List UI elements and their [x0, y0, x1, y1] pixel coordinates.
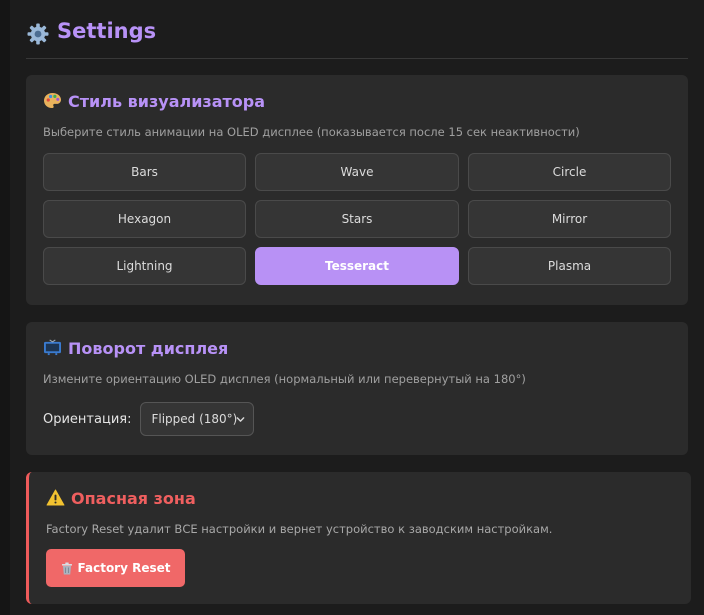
chevron-down-icon	[237, 417, 245, 422]
visualizer-description: Выберите стиль анимации на OLED дисплее …	[43, 125, 580, 139]
tv-icon	[44, 339, 61, 356]
factory-reset-button[interactable]: Factory Reset	[46, 549, 185, 587]
style-button-tesseract[interactable]: Tesseract	[255, 247, 459, 285]
style-button-wave[interactable]: Wave	[255, 153, 459, 191]
rotation-description: Измените ориентацию OLED дисплея (нормал…	[43, 372, 526, 386]
orientation-label: Ориентация:	[43, 411, 132, 427]
style-button-lightning[interactable]: Lightning	[43, 247, 246, 285]
window-edge	[0, 0, 10, 615]
visualizer-style-card: Стиль визуализатора Выберите стиль анима…	[26, 75, 688, 305]
danger-title-text: Опасная зона	[71, 489, 196, 508]
rotation-card-title: Поворот дисплея	[43, 339, 228, 358]
settings-page: Settings Стиль визуализатора Выберите ст…	[26, 0, 691, 615]
app-frame: Settings Стиль визуализатора Выберите ст…	[0, 0, 704, 615]
style-button-circle[interactable]: Circle	[468, 153, 671, 191]
danger-zone-card: Опасная зона Factory Reset удалит ВСЕ на…	[26, 472, 691, 604]
orientation-row: Ориентация: Flipped (180°)	[43, 402, 255, 436]
style-button-bars[interactable]: Bars	[43, 153, 246, 191]
palette-icon	[44, 92, 61, 109]
danger-card-title: Опасная зона	[46, 489, 196, 508]
orientation-select[interactable]: Flipped (180°)	[140, 402, 255, 436]
factory-reset-label: Factory Reset	[77, 561, 171, 575]
style-button-stars[interactable]: Stars	[255, 200, 459, 238]
style-button-plasma[interactable]: Plasma	[468, 247, 671, 285]
visualizer-title-text: Стиль визуализатора	[68, 92, 266, 111]
trash-icon	[61, 562, 72, 574]
danger-description: Factory Reset удалит ВСЕ настройки и вер…	[46, 522, 553, 536]
style-button-mirror[interactable]: Mirror	[468, 200, 671, 238]
visualizer-card-title: Стиль визуализатора	[43, 92, 265, 111]
page-header: Settings	[26, 16, 688, 59]
orientation-selected-value: Flipped (180°)	[151, 412, 238, 426]
display-rotation-card: Поворот дисплея Измените ориентацию OLED…	[26, 322, 688, 455]
rotation-title-text: Поворот дисплея	[68, 339, 229, 358]
warning-icon	[46, 489, 65, 506]
page-title: Settings	[57, 19, 157, 43]
style-button-hexagon[interactable]: Hexagon	[43, 200, 246, 238]
gear-icon	[27, 23, 49, 45]
visualizer-style-grid: Bars Wave Circle Hexagon Stars Mirror Li…	[43, 153, 671, 285]
